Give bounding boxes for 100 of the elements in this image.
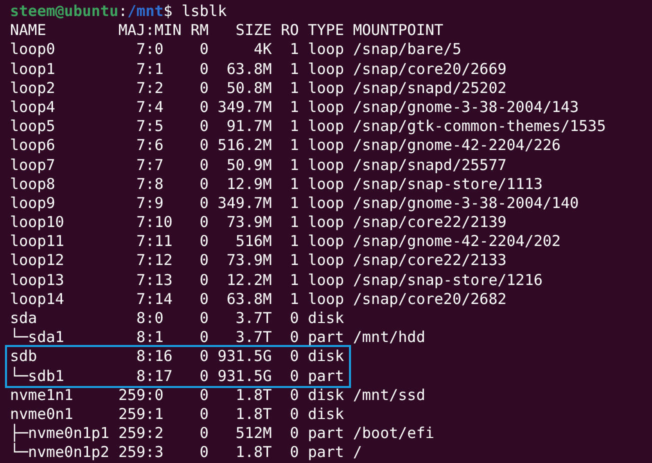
size-value: 1.8T <box>234 404 272 424</box>
device-name: loop1 <box>10 60 56 79</box>
maj-min: 7:11 <box>135 232 174 252</box>
size-value: 516.2M <box>218 136 272 156</box>
maj-min: 8:16 <box>135 347 174 367</box>
size-value: 3.7T <box>234 328 272 348</box>
read-only-value: 0 <box>288 366 299 386</box>
device-name: loop9 <box>10 194 56 214</box>
maj-min: 259:2 <box>118 424 164 444</box>
read-only-value: 1 <box>288 174 299 194</box>
device-name: loop10 <box>10 213 66 232</box>
size-value: 349.7M <box>218 98 272 118</box>
maj-min: 259:1 <box>118 404 164 424</box>
maj-min: 7:9 <box>135 194 164 214</box>
device-name: ├─nvme0n1p1 <box>10 424 110 443</box>
column-header: RO <box>280 21 299 40</box>
device-name: └─nvme0n1p2 <box>10 443 110 462</box>
mount-point: /snap/gtk-common-themes/1535 <box>353 117 606 136</box>
size-value: 91.7M <box>226 117 272 136</box>
removable-value: 0 <box>198 136 209 156</box>
device-type: disk <box>308 386 344 405</box>
read-only-value: 0 <box>288 386 299 405</box>
read-only-value: 1 <box>288 60 299 79</box>
removable-value: 0 <box>198 309 209 328</box>
maj-min: 7:5 <box>135 117 164 136</box>
command-text: lsblk <box>182 2 227 22</box>
column-header: TYPE <box>308 21 344 40</box>
mount-point: /snap/core22/2133 <box>353 251 507 271</box>
device-name: loop2 <box>10 78 56 98</box>
maj-min: 7:0 <box>135 40 164 60</box>
device-type: loop <box>308 270 344 290</box>
maj-min: 7:6 <box>135 136 164 156</box>
read-only-value: 1 <box>288 78 299 98</box>
removable-value: 0 <box>198 328 209 348</box>
size-value: 512M <box>234 424 272 444</box>
device-name: loop13 <box>10 270 66 290</box>
removable-value: 0 <box>198 98 209 118</box>
removable-value: 0 <box>198 232 209 252</box>
removable-value: 0 <box>198 174 209 194</box>
maj-min: 7:4 <box>135 98 164 118</box>
mount-point: / <box>353 443 362 462</box>
size-value: 4K <box>252 40 272 60</box>
read-only-value: 0 <box>288 424 299 444</box>
read-only-value: 0 <box>288 404 299 424</box>
device-name: └─sda1 <box>10 328 66 348</box>
mount-point: /snap/core20/2669 <box>353 60 507 79</box>
device-type: loop <box>308 213 344 232</box>
mount-point: /mnt/ssd <box>353 386 426 405</box>
removable-value: 0 <box>198 366 209 386</box>
maj-min: 8:0 <box>135 309 164 328</box>
mount-point: /boot/efi <box>353 424 434 444</box>
removable-value: 0 <box>198 117 209 136</box>
device-name: loop8 <box>10 174 56 194</box>
removable-value: 0 <box>198 213 209 232</box>
device-name: loop12 <box>10 251 66 271</box>
maj-min: 8:1 <box>135 328 164 348</box>
maj-min: 7:12 <box>135 251 174 271</box>
device-name: └─sdb1 <box>10 366 66 386</box>
read-only-value: 1 <box>288 156 299 175</box>
mount-point: /snap/gnome-3-38-2004/143 <box>353 98 579 118</box>
read-only-value: 1 <box>288 251 299 271</box>
size-value: 73.9M <box>226 251 272 271</box>
removable-value: 0 <box>198 290 209 309</box>
removable-value: 0 <box>198 60 209 79</box>
read-only-value: 1 <box>288 136 299 156</box>
device-name: sdb <box>10 347 38 366</box>
read-only-value: 0 <box>288 347 299 367</box>
mount-point: /snap/gnome-3-38-2004/140 <box>353 194 579 214</box>
size-value: 1.8T <box>234 386 272 405</box>
removable-value: 0 <box>198 424 209 444</box>
removable-value: 0 <box>198 386 209 405</box>
column-header: SIZE <box>234 21 272 40</box>
device-name: loop5 <box>10 117 56 136</box>
device-type: loop <box>308 40 344 60</box>
device-name: loop6 <box>10 136 56 156</box>
device-type: part <box>308 424 344 444</box>
size-value: 349.7M <box>218 194 272 214</box>
device-type: part <box>308 328 344 348</box>
removable-value: 0 <box>198 347 209 367</box>
device-type: loop <box>308 117 344 136</box>
device-name: nvme1n1 <box>10 386 74 405</box>
device-type: disk <box>308 347 344 367</box>
size-value: 73.9M <box>226 213 272 232</box>
read-only-value: 1 <box>288 213 299 232</box>
device-name: sda <box>10 309 38 328</box>
size-value: 1.8T <box>234 443 272 462</box>
size-value: 3.7T <box>234 309 272 328</box>
maj-min: 7:10 <box>135 213 174 232</box>
size-value: 931.5G <box>218 347 272 367</box>
removable-value: 0 <box>198 194 209 214</box>
device-type: loop <box>308 78 344 98</box>
maj-min: 7:1 <box>135 60 164 79</box>
device-type: loop <box>308 290 344 309</box>
mount-point: /mnt/hdd <box>353 328 426 348</box>
device-type: disk <box>308 404 344 424</box>
read-only-value: 1 <box>288 270 299 290</box>
mount-point: /snap/core22/2139 <box>353 213 507 232</box>
device-name: loop14 <box>10 290 66 309</box>
size-value: 12.2M <box>226 270 272 290</box>
size-value: 50.8M <box>226 78 272 98</box>
